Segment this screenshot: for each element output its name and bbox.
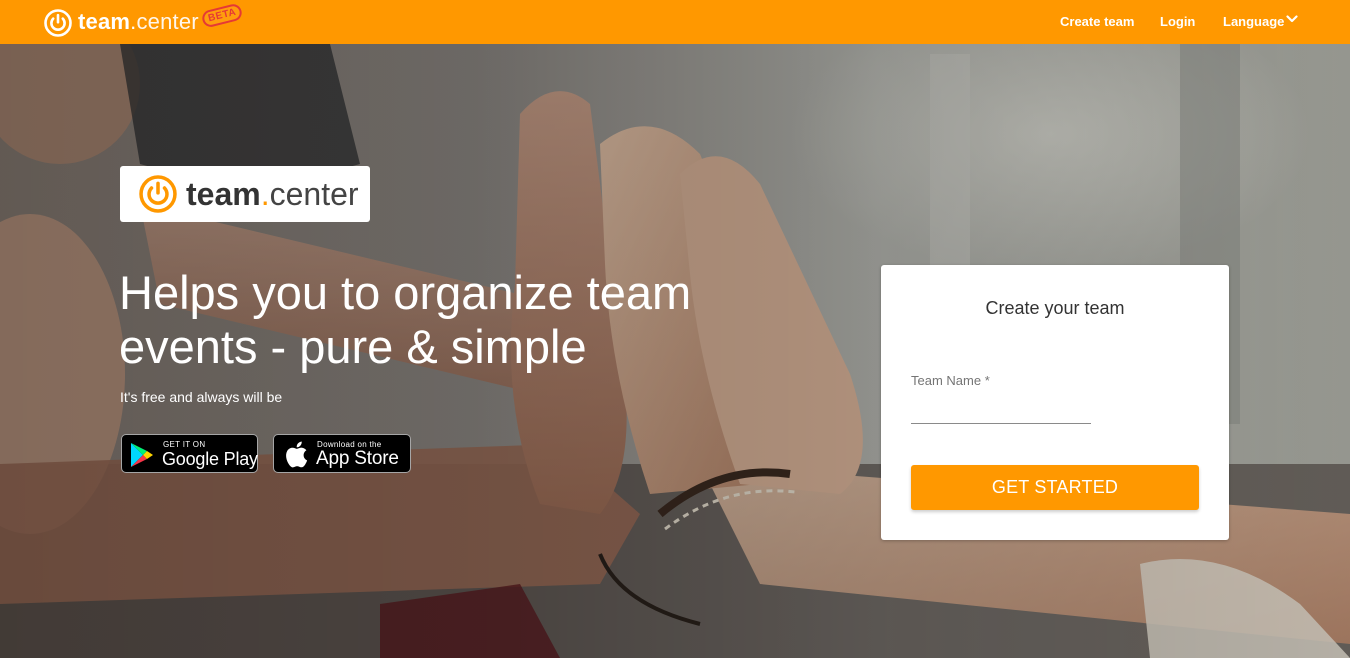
hero-headline: Helps you to organize team events - pure… [119,266,692,373]
top-navigation-bar: team.center BETA Create team Login Langu… [0,0,1350,44]
brand-wordmark: team.center [78,10,199,34]
brand-wordmark-team: team [78,9,131,34]
team-name-label: Team Name * [911,373,990,388]
power-icon [139,175,177,213]
language-dropdown[interactable]: Language [1223,0,1298,44]
hero-tagline: It's free and always will be [120,389,283,405]
app-store-badge[interactable]: Download on the App Store [273,434,411,473]
create-team-title: Create your team [985,298,1125,318]
hero-logo-wordmark: team.center [186,176,359,212]
nav-create-team-link[interactable]: Create team [1060,0,1134,44]
chevron-down-icon [1286,15,1298,23]
apple-icon [286,441,308,468]
app-store-big-text: App Store [316,448,399,469]
power-icon [44,9,72,37]
beta-badge: BETA [200,2,244,29]
brand-wordmark-center: center [136,9,199,34]
language-dropdown-label: Language [1223,14,1285,29]
google-play-big-text: Google Play [162,449,258,469]
google-play-icon [131,443,153,467]
google-play-badge[interactable]: GET IT ON Google Play [121,434,258,473]
team-name-input[interactable] [911,397,1091,424]
google-play-small-text: GET IT ON [163,440,206,449]
hero-logo-dot: . [260,176,270,212]
create-team-card: Create your team Team Name * GET STARTED [881,265,1229,540]
hero-logo-card: team.center [120,166,370,222]
hero-logo-center: center [269,176,359,212]
nav-login-link[interactable]: Login [1160,0,1195,44]
get-started-button[interactable]: GET STARTED [911,465,1199,510]
hero-logo-team: team [186,176,261,212]
